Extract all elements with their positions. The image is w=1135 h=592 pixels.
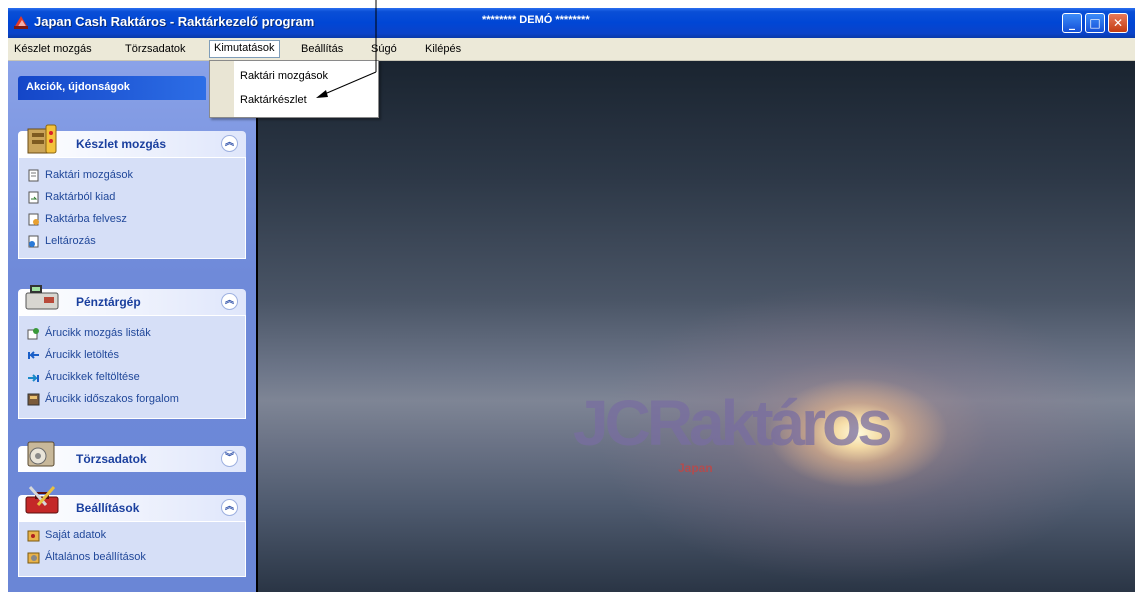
settings-icon [27,552,40,564]
link-arucikk-mozgas-listak[interactable]: Árucikk mozgás listák [45,327,151,339]
logo-subtext: Japan [678,461,713,475]
inventory-icon [28,235,39,248]
app-window: Japan Cash Raktáros - Raktárkezelő progr… [8,8,1135,592]
group-keszlet-mozgas-body: Raktári mozgások Raktárból kiad Raktárba… [18,157,246,259]
group-penztargep-header[interactable]: Pénztárgép ︽ [18,285,246,315]
group-beallitasok-body: Saját adatok Általános beállítások [18,521,246,577]
menu-beallitas[interactable]: Beállítás [297,41,347,57]
group-keszlet-mozgas-header[interactable]: Készlet mozgás ︽ [18,124,246,157]
link-leltarozas[interactable]: Leltározás [45,235,96,247]
link-arucikk-idoszakos-forgalom[interactable]: Árucikk időszakos forgalom [45,393,179,405]
report-list-icon [27,328,39,340]
dropdown-item-raktarkeszlet[interactable]: Raktárkészlet [240,94,307,106]
download-icon [28,351,39,359]
kimutatasok-dropdown: Raktári mozgások Raktárkészlet [209,60,379,118]
link-raktarbol-kiad[interactable]: Raktárból kiad [45,191,115,203]
menu-torzsadatok[interactable]: Törzsadatok [121,41,190,57]
chevron-down-icon[interactable]: ︾ [221,450,238,467]
group-penztargep-title: Pénztárgép [76,295,141,309]
group-beallitasok-title: Beállítások [76,501,140,515]
menu-bar: Készlet mozgás Törzsadatok Kimutatások B… [8,38,1135,61]
chevron-up-icon[interactable]: ︽ [221,499,238,516]
link-arucikk-letoltes[interactable]: Árucikk letöltés [45,349,119,361]
chevron-up-icon[interactable]: ︽ [221,135,238,152]
title-bar[interactable]: Japan Cash Raktáros - Raktárkezelő progr… [8,8,1135,38]
menu-keszlet-mozgas[interactable]: Készlet mozgás [10,41,96,57]
cash-register-icon [25,285,59,310]
turnover-icon [27,393,40,406]
group-penztargep-body: Árucikk mozgás listák Árucikk letöltés Á… [18,315,246,419]
toolbox-icon [25,486,59,514]
link-sajat-adatok[interactable]: Saját adatok [45,529,106,541]
link-altalanos-beallitasok[interactable]: Általános beállítások [45,551,146,563]
demo-label: ******** DEMÓ ******** [482,14,590,26]
user-data-icon [27,530,40,542]
document-out-icon [28,191,39,204]
document-in-icon [28,213,39,226]
close-button[interactable]: ✕ [1108,13,1128,33]
link-arucikkek-feltoltese[interactable]: Árucikkek feltöltése [45,371,140,383]
link-raktari-mozgasok[interactable]: Raktári mozgások [45,169,133,181]
master-data-icon [27,441,55,467]
minimize-button[interactable]: _ [1062,13,1082,33]
upload-icon [28,374,39,382]
background-image: JCRaktáros Japan [258,61,1135,592]
group-torzsadatok-header[interactable]: Törzsadatok ︾ [18,441,246,472]
menu-kilepes[interactable]: Kilépés [421,41,465,57]
menu-kimutatasok[interactable]: Kimutatások [209,40,280,58]
chevron-up-icon[interactable]: ︽ [221,293,238,310]
task-panel: Akciók, újdonságok Készlet mozgás ︽ Rakt… [8,61,258,592]
actions-header[interactable]: Akciók, újdonságok [18,76,206,100]
app-icon [14,16,28,29]
document-icon [28,169,39,182]
maximize-button[interactable]: □ [1085,13,1105,33]
logo-text: JCRaktáros [573,387,893,459]
dropdown-icon-strip [210,61,234,117]
group-beallitasok-header[interactable]: Beállítások ︽ [18,486,246,521]
dropdown-item-raktari-mozgasok[interactable]: Raktári mozgások [240,70,328,82]
group-torzsadatok-title: Törzsadatok [76,452,147,466]
warehouse-icon [27,124,57,154]
actions-title: Akciók, újdonságok [26,81,130,93]
group-keszlet-mozgas-title: Készlet mozgás [76,137,167,151]
menu-sugo[interactable]: Súgó [367,41,401,57]
link-raktarba-felvesz[interactable]: Raktárba felvesz [45,213,127,225]
window-title: Japan Cash Raktáros - Raktárkezelő progr… [34,14,315,29]
